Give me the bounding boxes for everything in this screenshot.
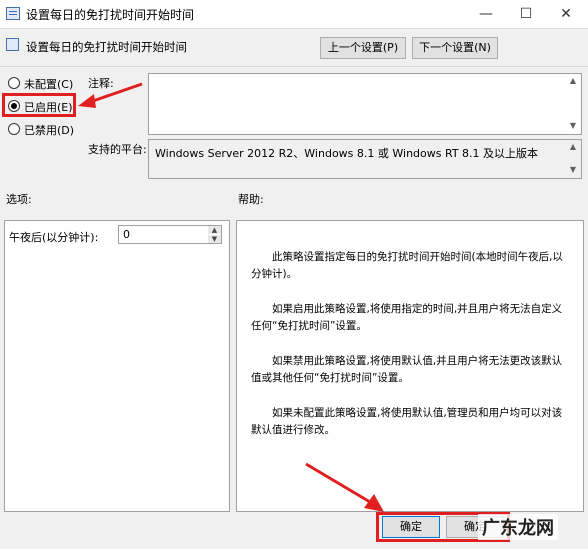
options-panel xyxy=(4,220,230,512)
annotation-arrow xyxy=(305,462,384,512)
scroll-up-icon[interactable]: ▲ xyxy=(568,76,578,86)
maximize-button[interactable]: ☐ xyxy=(506,0,546,28)
prev-setting-button[interactable]: 上一个设置(P) xyxy=(320,37,406,59)
spin-down-icon[interactable]: ▼ xyxy=(208,235,221,243)
help-heading: 帮助: xyxy=(238,193,264,206)
platform-scroll-down-icon[interactable]: ▼ xyxy=(568,165,578,175)
spin-up-icon[interactable]: ▲ xyxy=(208,226,221,234)
setting-title: 设置每日的免打扰时间开始时间 xyxy=(26,40,187,54)
minutes-spinbox[interactable] xyxy=(118,225,222,244)
policy-icon xyxy=(6,7,20,20)
platform-value: Windows Server 2012 R2、Windows 8.1 或 Win… xyxy=(155,147,539,160)
help-paragraph: 如果未配置此策略设置,将使用默认值,管理员和用户均可以对该默认值进行修改。 xyxy=(251,407,563,436)
help-paragraph: 如果禁用此策略设置,将使用默认值,并且用户将无法更改该默认值或其他任何“免打扰时… xyxy=(251,355,563,384)
divider xyxy=(0,66,588,67)
platform-scroll-up-icon[interactable]: ▲ xyxy=(568,142,578,152)
minutes-label: 午夜后(以分钟计): xyxy=(9,231,99,244)
radio-disabled[interactable] xyxy=(8,123,20,135)
minutes-value: 0 xyxy=(123,228,130,241)
window-title: 设置每日的免打扰时间开始时间 xyxy=(26,8,195,22)
minimize-button[interactable]: — xyxy=(466,0,506,28)
setting-icon xyxy=(6,38,19,51)
watermark: 广东龙网 xyxy=(478,514,558,540)
annotation-arrow xyxy=(78,82,143,108)
next-setting-button[interactable]: 下一个设置(N) xyxy=(412,37,498,59)
radio-label-not-configured: 未配置(C) xyxy=(24,78,74,91)
watermark-text: 广东龙网 xyxy=(482,518,554,539)
help-paragraph: 如果启用此策略设置,将使用指定的时间,并且用户将无法自定义任何“免打扰时间”设置… xyxy=(251,303,563,332)
radio-not-configured[interactable] xyxy=(8,77,20,89)
options-heading: 选项: xyxy=(6,193,32,206)
scroll-down-icon[interactable]: ▼ xyxy=(568,121,578,131)
highlight-box-enabled xyxy=(2,93,76,117)
help-panel: 此策略设置指定每日的免打扰时间开始时间(本地时间午夜后,以分钟计)。 如果启用此… xyxy=(236,220,584,512)
comment-field[interactable] xyxy=(148,73,582,135)
close-button[interactable]: ✕ xyxy=(546,0,586,28)
platform-label: 支持的平台: xyxy=(88,143,147,156)
help-paragraph: 此策略设置指定每日的免打扰时间开始时间(本地时间午夜后,以分钟计)。 xyxy=(251,251,563,280)
radio-label-disabled: 已禁用(D) xyxy=(24,124,75,137)
